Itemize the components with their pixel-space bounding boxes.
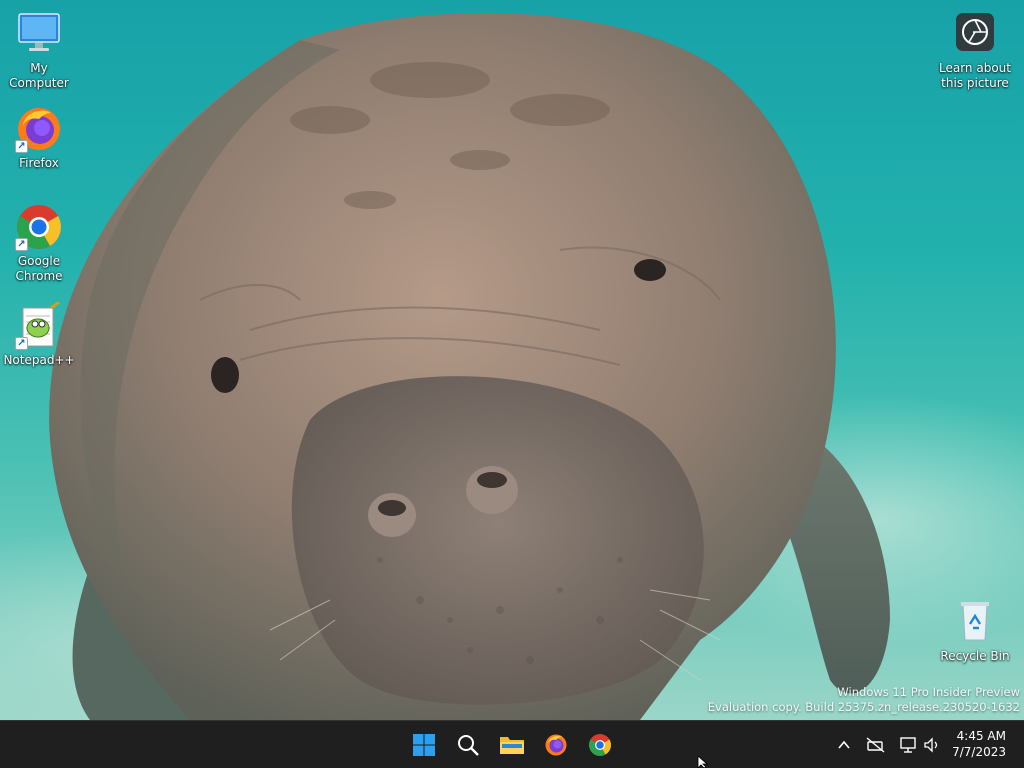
start-button[interactable]: [406, 727, 442, 763]
clock-time: 4:45 AM: [956, 729, 1006, 743]
desktop-icon-label: Recycle Bin: [940, 649, 1010, 663]
mouse-cursor-icon: [697, 756, 709, 768]
firefox-icon: [545, 734, 567, 756]
taskbar-chrome-button[interactable]: [582, 727, 618, 763]
taskbar: 4:45 AM 7/7/2023: [0, 720, 1024, 768]
firefox-icon: ↗: [15, 105, 63, 153]
chrome-icon: [589, 734, 611, 756]
camera-spotlight-icon: [951, 10, 999, 58]
shortcut-arrow-icon: ↗: [15, 337, 28, 350]
desktop-wallpaper: [0, 0, 1024, 720]
notepad-plus-plus-icon: ↗: [15, 300, 63, 350]
watermark-line-edition: Windows 11 Pro Insider Preview: [837, 685, 1020, 699]
desktop-icon-label: My Computer: [9, 61, 69, 90]
desktop-icon-label: Learn about this picture: [939, 61, 1011, 90]
taskbar-clock[interactable]: 4:45 AM 7/7/2023: [952, 728, 1006, 760]
folder-icon: [500, 737, 524, 754]
taskbar-firefox-button[interactable]: [538, 727, 574, 763]
chrome-icon: ↗: [15, 203, 63, 251]
windows-start-icon: [413, 734, 435, 756]
desktop-icon-label: Firefox: [19, 156, 59, 170]
desktop-icon-recycle-bin[interactable]: Recycle Bin: [936, 598, 1014, 664]
desktop-icon-google-chrome[interactable]: ↗ Google Chrome: [0, 203, 78, 284]
network-status-button[interactable]: [864, 733, 888, 757]
clock-date: 7/7/2023: [952, 745, 1006, 759]
desktop-icon-my-computer[interactable]: My Computer: [0, 10, 78, 91]
display-status-button[interactable]: [896, 733, 920, 757]
desktop-icon-learn-about-this-picture[interactable]: Learn about this picture: [936, 10, 1014, 91]
display-icon: [900, 737, 916, 753]
desktop-icon-label: Notepad++: [3, 353, 75, 367]
desktop-icon-label: Google Chrome: [15, 254, 63, 283]
monitor-icon: [15, 10, 63, 58]
desktop-icon-firefox[interactable]: ↗ Firefox: [0, 105, 78, 171]
windows-build-watermark: Windows 11 Pro Insider Preview Evaluatio…: [708, 685, 1020, 715]
shortcut-arrow-icon: ↗: [15, 238, 28, 251]
volume-button[interactable]: [920, 733, 944, 757]
watermark-line-build: Evaluation copy. Build 25375.zn_release.…: [707, 700, 1020, 714]
network-disconnected-icon: [866, 737, 885, 753]
show-hidden-icons-button[interactable]: [832, 733, 856, 757]
shortcut-arrow-icon: ↗: [15, 140, 28, 153]
speaker-icon: [924, 737, 938, 753]
search-icon: [458, 735, 479, 756]
file-explorer-button[interactable]: [494, 727, 530, 763]
chevron-up-icon: [838, 740, 850, 749]
desktop-icon-notepad-plus-plus[interactable]: ↗ Notepad++: [0, 300, 78, 368]
manatee-photo: [49, 13, 890, 720]
recycle-bin-icon: [951, 598, 999, 646]
search-button[interactable]: [450, 727, 486, 763]
